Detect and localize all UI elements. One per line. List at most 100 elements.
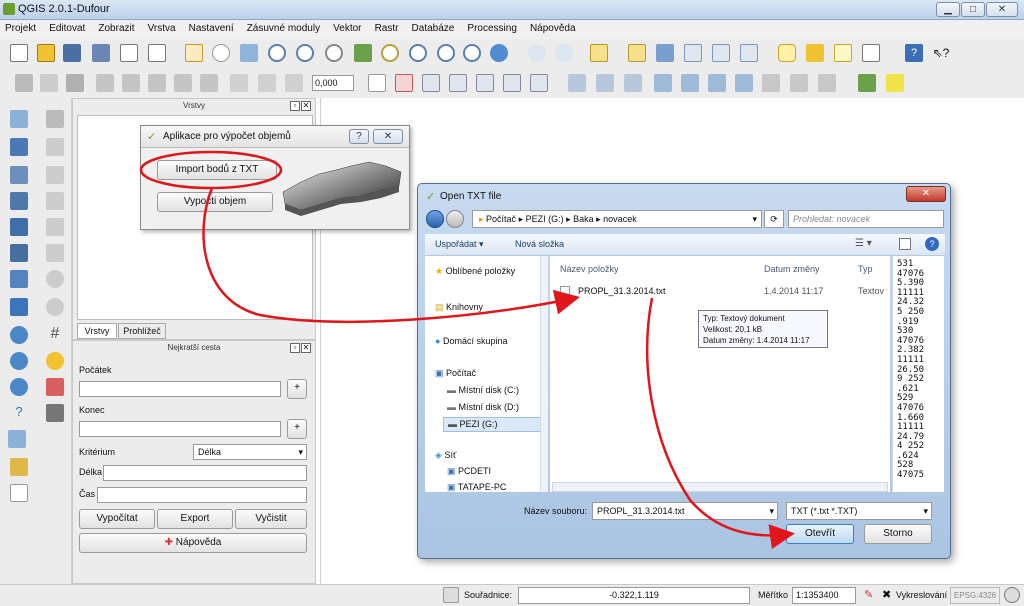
rotate-label-icon[interactable] bbox=[285, 74, 303, 92]
back-button[interactable] bbox=[426, 210, 444, 228]
help-icon[interactable]: ? bbox=[925, 237, 939, 251]
file-row[interactable]: PROPL_31.3.2014.txt 1.4.2014 11:17 Texto… bbox=[556, 284, 890, 300]
label-rotate-icon[interactable] bbox=[503, 74, 521, 92]
float-panel-button[interactable]: ▫ bbox=[290, 101, 300, 111]
measure-angle-icon[interactable] bbox=[46, 352, 64, 370]
statistics-icon[interactable] bbox=[712, 44, 730, 62]
menu-vrstva[interactable]: Vrstva bbox=[143, 20, 181, 34]
nav-item[interactable]: ◈ Síť bbox=[435, 450, 456, 461]
open-project-icon[interactable] bbox=[37, 44, 55, 62]
end-field[interactable] bbox=[79, 421, 281, 437]
nav-item[interactable]: ▣ PCDETI bbox=[447, 466, 491, 477]
export-button[interactable]: Export bbox=[157, 509, 233, 529]
search-input[interactable]: Prohledat: novacek bbox=[788, 210, 944, 228]
column-type[interactable]: Typ bbox=[858, 264, 873, 274]
select-features-icon[interactable] bbox=[590, 44, 608, 62]
close-panel-button[interactable]: ✕ bbox=[301, 101, 311, 111]
delete-selected-icon[interactable] bbox=[174, 74, 192, 92]
forward-button[interactable] bbox=[446, 210, 464, 228]
filter-select[interactable]: TXT (*.txt *.TXT) ▾ bbox=[786, 502, 932, 520]
nav-item[interactable]: ▣ Počítač bbox=[435, 368, 476, 379]
field-calc-icon[interactable] bbox=[656, 44, 674, 62]
raster-minmax-icon[interactable] bbox=[735, 74, 753, 92]
save-as-icon[interactable] bbox=[92, 44, 110, 62]
new-layer-icon[interactable] bbox=[8, 430, 26, 448]
nav-item[interactable]: ▬ Místní disk (C:) bbox=[447, 385, 519, 395]
menu-databaze[interactable]: Databáze bbox=[407, 20, 460, 34]
breadcrumb-novacek[interactable]: novacek bbox=[603, 214, 637, 224]
nav-item[interactable]: ▤ Knihovny bbox=[435, 302, 483, 313]
breadcrumb[interactable]: ▸ Počítač ▸ PEZI (G:) ▸ Baka ▸ novacek ▾ bbox=[472, 210, 762, 228]
close-route-panel-button[interactable]: ✕ bbox=[301, 343, 311, 353]
zoom-next-icon[interactable] bbox=[463, 44, 481, 62]
file-dialog-close-button[interactable]: ✕ bbox=[906, 186, 946, 202]
start-field[interactable] bbox=[79, 381, 281, 397]
move-feature-icon[interactable] bbox=[122, 74, 140, 92]
identify-icon[interactable] bbox=[528, 44, 546, 62]
criterion-select[interactable]: Délka ▾ bbox=[193, 444, 307, 460]
column-date[interactable]: Datum změny bbox=[764, 264, 820, 274]
cut-features-icon[interactable] bbox=[200, 74, 218, 92]
crs-button[interactable]: EPSG:4326 bbox=[950, 587, 1000, 604]
pick-end-button[interactable]: + bbox=[287, 419, 307, 439]
time-field[interactable] bbox=[97, 487, 307, 503]
raster-tool-b-icon[interactable] bbox=[790, 74, 808, 92]
preview-pane-icon[interactable] bbox=[899, 238, 911, 250]
organize-button[interactable]: Uspořádat ▾ bbox=[435, 239, 484, 250]
nav-item-selected[interactable]: ▬ PEZI (G:) bbox=[443, 417, 543, 432]
label-move-icon[interactable] bbox=[476, 74, 494, 92]
column-name[interactable]: Název položky bbox=[560, 264, 619, 274]
menu-projekt[interactable]: Projekt bbox=[0, 20, 41, 34]
query-icon[interactable]: ? bbox=[10, 404, 28, 422]
deselect-icon[interactable] bbox=[628, 44, 646, 62]
app-dialog-close-button[interactable]: ✕ bbox=[373, 129, 403, 144]
save-edits-icon[interactable] bbox=[66, 74, 84, 92]
help-icon[interactable]: ? bbox=[905, 44, 923, 62]
open-button[interactable]: Otevřít bbox=[786, 524, 854, 544]
minimize-button[interactable]: ▁ bbox=[936, 2, 960, 17]
compute-volume-button[interactable]: Vypočti objem bbox=[157, 192, 273, 212]
tab-prohlizec[interactable]: Prohlížeč bbox=[118, 323, 166, 339]
add-raster-layer-icon[interactable] bbox=[10, 138, 28, 156]
new-spatialite-icon[interactable] bbox=[10, 458, 28, 476]
menu-napoveda[interactable]: Nápověda bbox=[525, 20, 581, 34]
coord-field[interactable]: -0.322,1.119 bbox=[518, 587, 750, 604]
raster-tool-a-icon[interactable] bbox=[762, 74, 780, 92]
pan-hand-icon[interactable] bbox=[212, 44, 230, 62]
zoom-in-icon[interactable] bbox=[268, 44, 286, 62]
identify-dropdown-icon[interactable] bbox=[555, 44, 573, 62]
add-wfs-icon[interactable] bbox=[10, 326, 28, 344]
label-highlight-icon[interactable] bbox=[395, 74, 413, 92]
zoom-full-icon[interactable] bbox=[354, 44, 372, 62]
maximize-button[interactable]: □ bbox=[961, 2, 985, 17]
zoom-out-icon[interactable] bbox=[296, 44, 314, 62]
nav-item[interactable]: ● Domácí skupina bbox=[435, 336, 507, 346]
import-points-button[interactable]: Import bodů z TXT bbox=[157, 160, 277, 180]
help-button[interactable]: ✚ Nápověda bbox=[79, 533, 307, 553]
new-bookmark-icon[interactable] bbox=[834, 44, 852, 62]
view-icon[interactable]: ☰ ▾ bbox=[855, 238, 872, 249]
composer-manager-icon[interactable] bbox=[148, 44, 166, 62]
zoom-to-layer-icon[interactable] bbox=[409, 44, 427, 62]
touch-zoom-icon[interactable] bbox=[185, 44, 203, 62]
horizontal-scrollbar[interactable] bbox=[552, 482, 888, 492]
nav-scrollbar[interactable] bbox=[540, 256, 548, 492]
nav-item[interactable]: ★ Oblíbené položky bbox=[435, 266, 515, 277]
new-project-icon[interactable] bbox=[10, 44, 28, 62]
zoom-last-icon[interactable] bbox=[437, 44, 455, 62]
render-checkbox[interactable]: ✖ bbox=[882, 588, 891, 601]
breadcrumb-baka[interactable]: Baka bbox=[573, 214, 594, 224]
stop-render-icon[interactable]: ✎ bbox=[864, 588, 873, 601]
scale-select[interactable]: 1:1353400 bbox=[792, 587, 856, 604]
raster-contrast-icon[interactable] bbox=[708, 74, 726, 92]
current-edits-icon[interactable] bbox=[40, 74, 58, 92]
label-pin-icon[interactable] bbox=[422, 74, 440, 92]
zoom-to-selection-icon[interactable] bbox=[381, 44, 399, 62]
refresh-icon[interactable] bbox=[490, 44, 508, 62]
raster-histogram-icon[interactable] bbox=[568, 74, 586, 92]
remove-layer-icon[interactable] bbox=[10, 484, 28, 502]
add-mssql-icon[interactable] bbox=[10, 218, 28, 236]
chevron-down-icon[interactable]: ▾ bbox=[752, 211, 757, 227]
tab-vrstvy[interactable]: Vrstvy bbox=[77, 323, 117, 339]
label-abc-icon[interactable] bbox=[368, 74, 386, 92]
